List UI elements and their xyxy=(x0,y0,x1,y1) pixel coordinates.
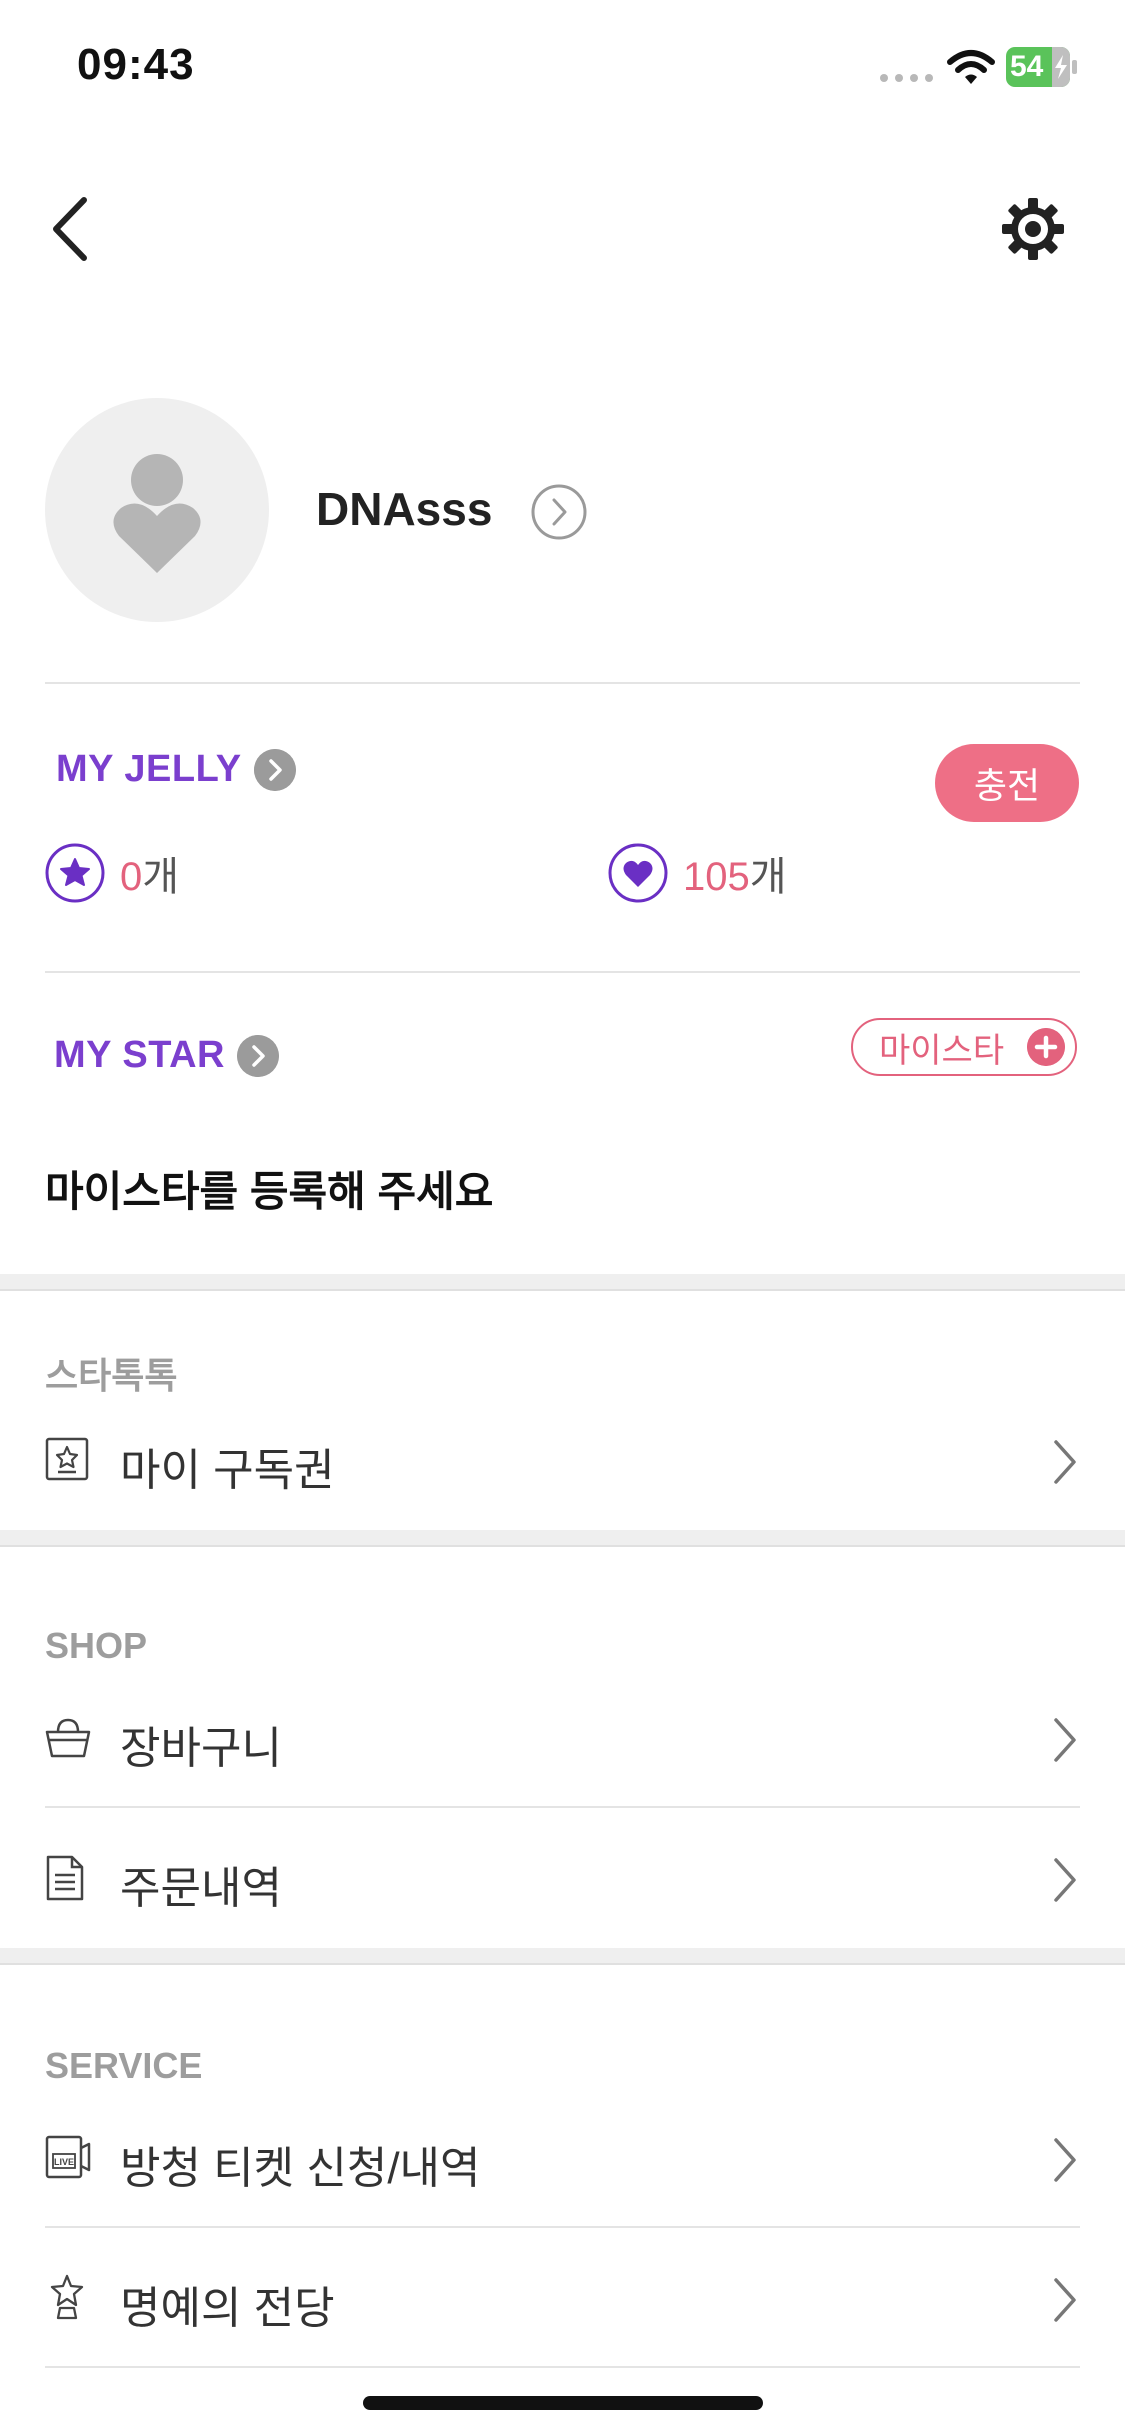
charging-bolt-icon xyxy=(1055,55,1067,79)
star-jelly-icon xyxy=(45,843,105,903)
section-separator xyxy=(0,1530,1125,1547)
heart-jelly-value: 105 xyxy=(683,855,750,899)
heart-jelly-count: 105개 xyxy=(607,842,787,904)
charge-button[interactable]: 충전 xyxy=(935,744,1079,822)
menu-item-label: 방청 티켓 신청/내역 xyxy=(120,2144,481,2193)
cellular-signal-icon xyxy=(880,74,933,82)
divider xyxy=(45,682,1080,684)
divider xyxy=(45,1806,1080,1808)
my-star-title: MY STAR xyxy=(54,1034,225,1076)
plus-icon xyxy=(1027,1028,1065,1066)
menu-item-label: 장바구니 xyxy=(120,1724,282,1773)
menu-item-label: 명예의 전당 xyxy=(120,2284,335,2333)
group-title-startoktok: 스타톡톡 xyxy=(45,1355,178,1396)
chevron-right-icon xyxy=(552,498,567,526)
username[interactable]: DNAsss xyxy=(316,482,492,536)
chevron-right-icon xyxy=(253,748,296,791)
chevron-right-icon xyxy=(237,1034,279,1077)
star-jelly-value: 0 xyxy=(120,855,143,899)
heart-jelly-unit: 개 xyxy=(749,855,787,899)
menu-item-cart[interactable]: 장바구니 xyxy=(0,1672,1125,1802)
status-time: 09:43 xyxy=(77,40,195,89)
add-mystar-button[interactable]: 마이스타 xyxy=(851,1018,1077,1076)
settings-button[interactable] xyxy=(1000,196,1066,262)
chevron-right-icon xyxy=(1054,2278,1076,2322)
star-jelly-unit: 개 xyxy=(142,855,180,899)
my-star-header[interactable]: MY STAR xyxy=(54,1034,279,1077)
star-jelly-count: 0개 xyxy=(44,842,179,904)
battery-icon: 54 xyxy=(1006,47,1077,87)
menu-item-label: 마이 구독권 xyxy=(120,1446,335,1495)
section-separator xyxy=(0,1274,1125,1291)
back-button[interactable] xyxy=(50,196,90,262)
add-mystar-label: 마이스타 xyxy=(879,1031,1005,1070)
basket-icon xyxy=(45,1718,91,1758)
group-title-service: SERVICE xyxy=(45,2045,203,2086)
hall-of-fame-icon xyxy=(50,2274,84,2320)
menu-item-label: 주문내역 xyxy=(120,1864,282,1913)
home-indicator[interactable] xyxy=(363,2396,763,2410)
ticket-star-icon xyxy=(45,1437,89,1481)
divider xyxy=(45,971,1080,973)
default-avatar-icon xyxy=(113,454,201,573)
divider xyxy=(45,2226,1080,2228)
menu-item-hall-of-fame[interactable]: 명예의 전당 xyxy=(0,2232,1125,2362)
heart-jelly-icon xyxy=(608,843,668,903)
document-icon xyxy=(46,1855,84,1901)
svg-text:LIVE: LIVE xyxy=(54,2157,74,2167)
chevron-right-icon xyxy=(1054,1858,1076,1902)
menu-item-live-ticket[interactable]: LIVE 방청 티켓 신청/내역 xyxy=(0,2092,1125,2222)
section-separator xyxy=(0,1948,1125,1965)
my-jelly-title: MY JELLY xyxy=(56,748,242,790)
live-ticket-icon: LIVE xyxy=(45,2135,91,2179)
mystar-empty-message: 마이스타를 등록해 주세요 xyxy=(45,1168,494,1215)
my-jelly-header[interactable]: MY JELLY xyxy=(56,748,296,791)
avatar[interactable] xyxy=(45,398,269,622)
chevron-right-icon xyxy=(1054,2138,1076,2182)
menu-item-order-history[interactable]: 주문내역 xyxy=(0,1812,1125,1942)
chevron-right-icon xyxy=(1054,1718,1076,1762)
divider xyxy=(45,2366,1080,2368)
wifi-icon xyxy=(947,50,995,84)
battery-level: 54 xyxy=(1010,50,1044,83)
group-title-shop: SHOP xyxy=(45,1625,148,1666)
profile-detail-button[interactable] xyxy=(530,483,588,541)
menu-item-my-subscription[interactable]: 마이 구독권 xyxy=(0,1394,1125,1524)
chevron-right-icon xyxy=(1054,1440,1076,1484)
